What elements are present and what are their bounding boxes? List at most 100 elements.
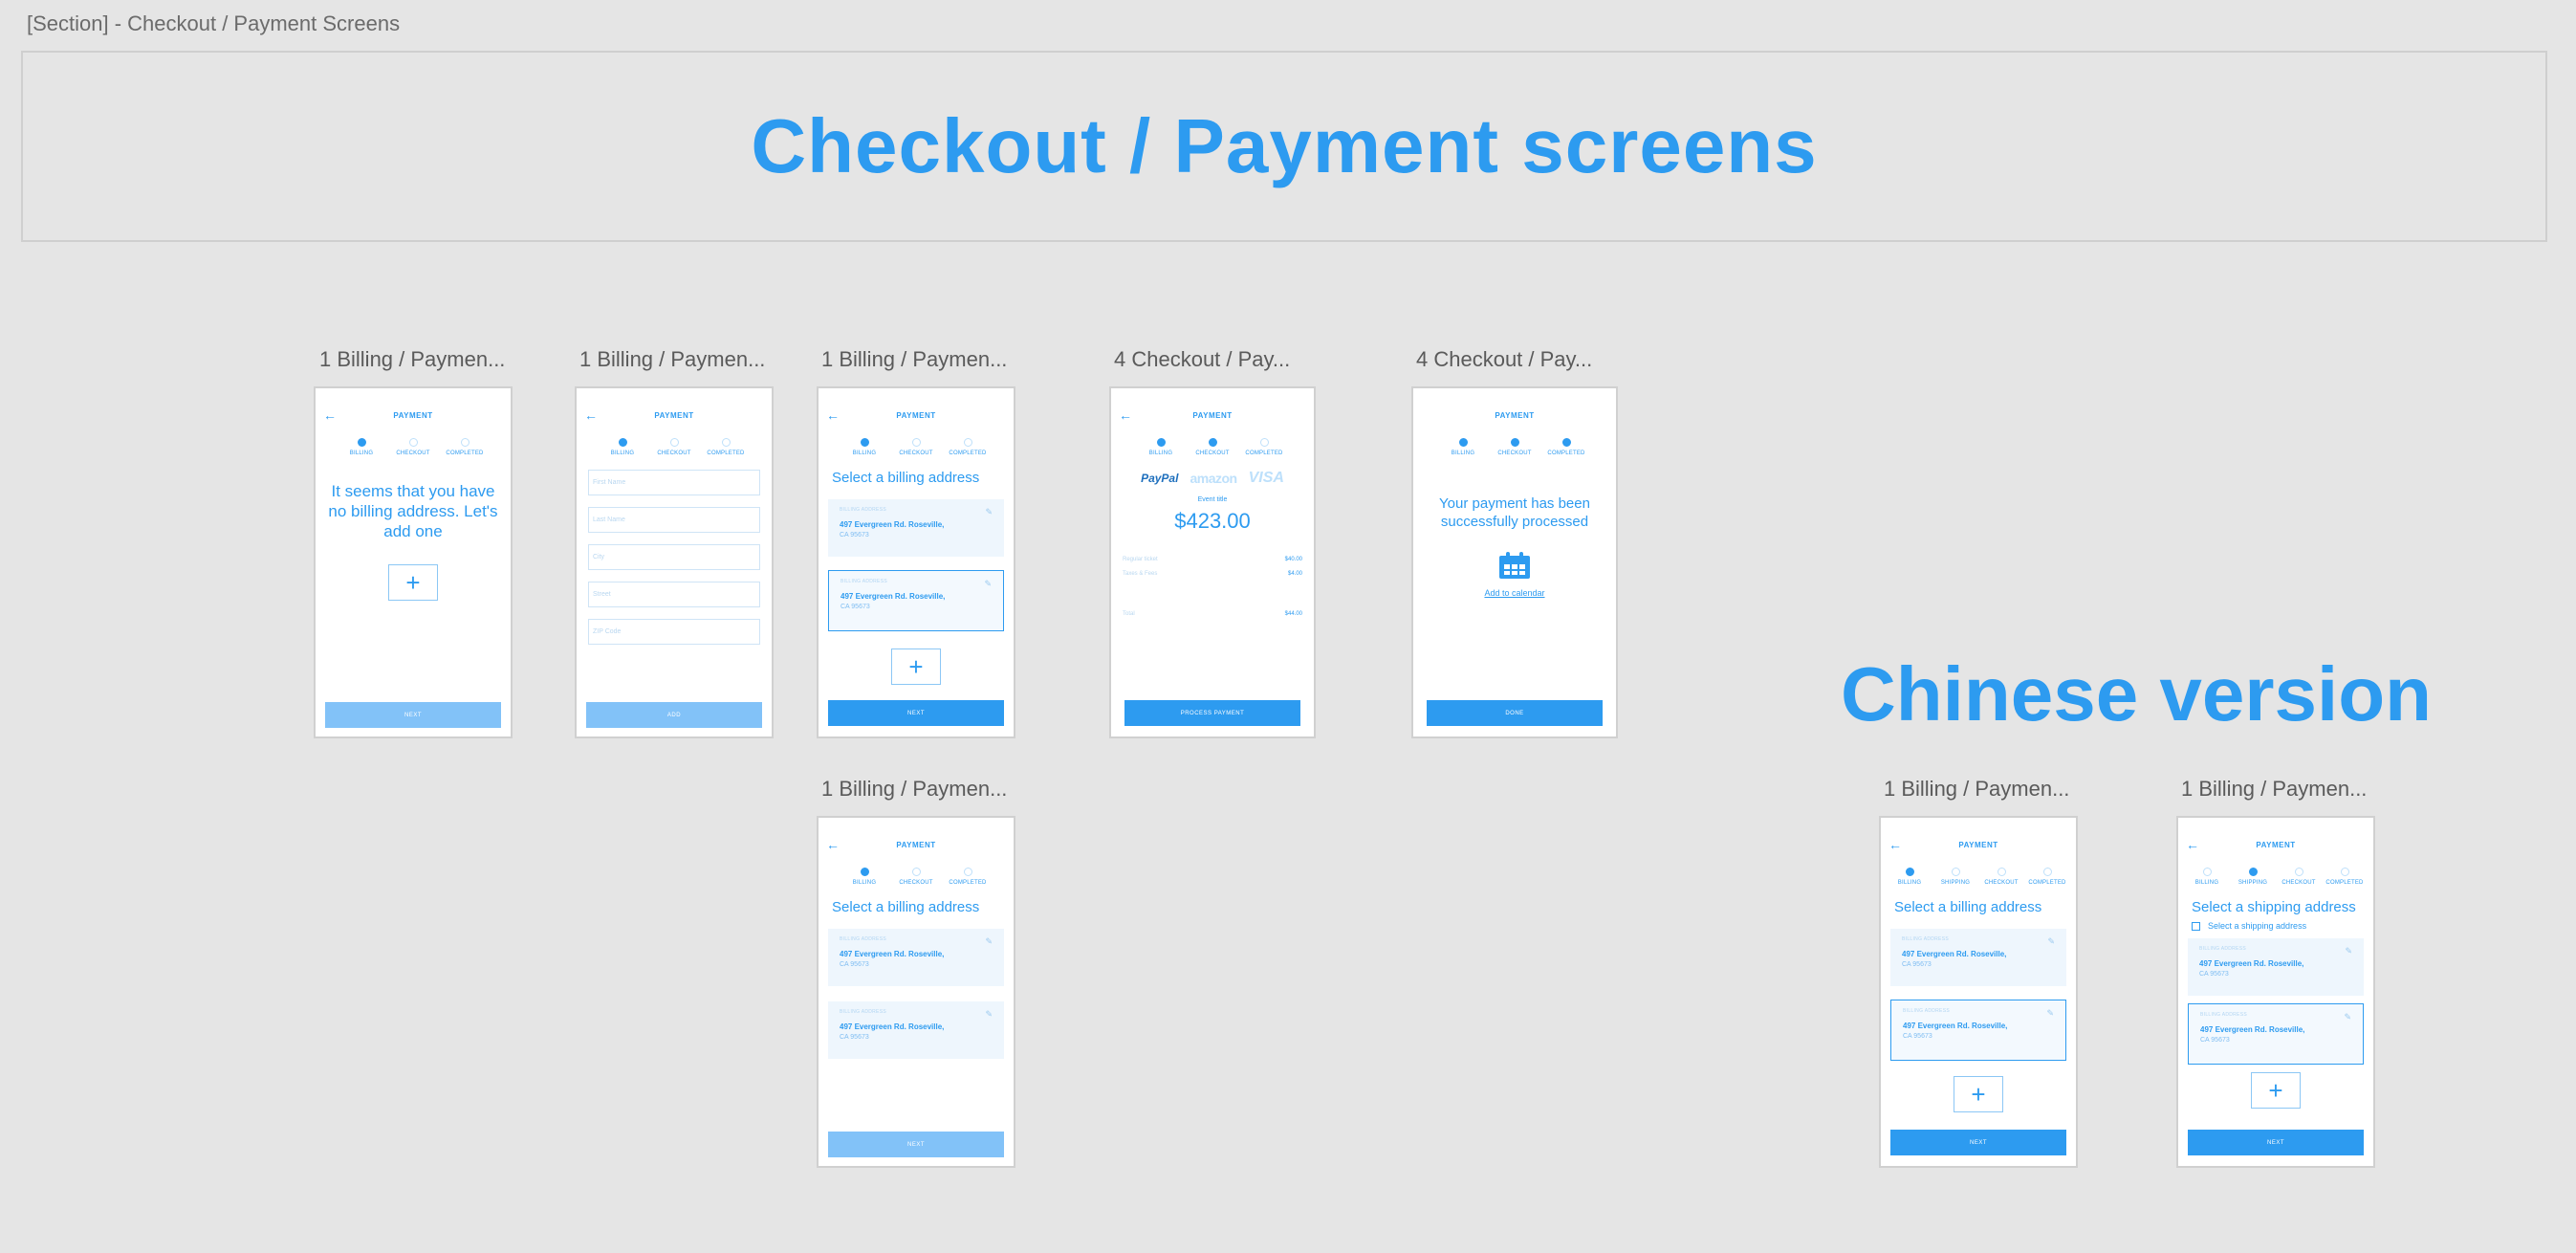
step-label: CHECKOUT	[899, 451, 933, 456]
header-title: PAYMENT	[654, 411, 694, 420]
frame-payment-success[interactable]: PAYMENT BILLING CHECKOUT COMPLETED Your …	[1411, 386, 1618, 738]
arrow-left-icon[interactable]: ←	[826, 837, 840, 852]
step-dot	[2294, 868, 2303, 876]
add-address-button[interactable]: +	[1954, 1076, 2003, 1112]
price-row-value: $40.00	[1284, 557, 1302, 562]
step-label: BILLING	[610, 451, 635, 456]
address-card[interactable]: BILLING ADDRESS 497 Evergreen Rd. Rosevi…	[1890, 929, 2066, 986]
plus-icon: +	[2268, 1075, 2283, 1105]
last-name-field[interactable]: Last Name	[588, 507, 760, 533]
frame-label: 1 Billing / Paymen...	[821, 777, 1008, 801]
address-card[interactable]: BILLING ADDRESS 497 Evergreen Rd. Rosevi…	[2188, 938, 2364, 996]
zip-code-field[interactable]: ZIP Code	[588, 619, 760, 645]
pencil-icon[interactable]: ✎	[2046, 1008, 2054, 1019]
screen-header: ← PAYMENT	[819, 404, 1014, 432]
address-card[interactable]: BILLING ADDRESS 497 Evergreen Rd. Rosevi…	[828, 499, 1004, 557]
section-title: Select a billing address	[832, 470, 980, 486]
address-line1: 497 Evergreen Rd. Roseville,	[1902, 950, 2007, 958]
frame-label: 1 Billing / Paymen...	[821, 347, 1008, 371]
arrow-left-icon[interactable]: ←	[584, 407, 598, 423]
next-button[interactable]: NEXT	[828, 700, 1004, 726]
add-address-button[interactable]: +	[2251, 1072, 2301, 1109]
pencil-icon[interactable]: ✎	[2047, 936, 2055, 947]
frame-select-billing[interactable]: ← PAYMENT BILLING CHECKOUT COMPLETED Sel…	[817, 386, 1015, 738]
step-label: CHECKOUT	[396, 451, 430, 456]
city-field[interactable]: City	[588, 544, 760, 570]
screen-header: ← PAYMENT	[1881, 833, 2076, 862]
frame-empty-billing[interactable]: ← PAYMENT BILLING CHECKOUT COMPLETED It …	[314, 386, 513, 738]
step-label: COMPLETED	[949, 451, 987, 456]
done-button[interactable]: DONE	[1427, 700, 1603, 726]
process-payment-button[interactable]: PROCESS PAYMENT	[1124, 700, 1300, 726]
next-button[interactable]: NEXT	[1890, 1130, 2066, 1155]
next-button[interactable]: NEXT	[325, 702, 501, 728]
paypal-option[interactable]: PayPal	[1141, 472, 1178, 485]
address-card[interactable]: BILLING ADDRESS 497 Evergreen Rd. Rosevi…	[828, 929, 1004, 986]
checkbox[interactable]	[2192, 921, 2200, 931]
address-caption: BILLING ADDRESS	[1903, 1008, 1950, 1014]
first-name-field[interactable]: First Name	[588, 470, 760, 495]
amazon-option[interactable]: amazon	[1190, 471, 1237, 486]
arrow-left-icon[interactable]: ←	[323, 407, 337, 423]
event-title: Event title	[1197, 496, 1228, 503]
step-dot	[911, 868, 921, 876]
step-label: COMPLETED	[2028, 880, 2066, 886]
header-title: PAYMENT	[393, 411, 433, 420]
pencil-icon[interactable]: ✎	[985, 1009, 993, 1020]
pencil-icon[interactable]: ✎	[2344, 1012, 2351, 1022]
pencil-icon[interactable]: ✎	[984, 579, 992, 589]
section-title: Select a billing address	[1894, 899, 2042, 915]
step-dot-active	[357, 438, 366, 447]
address-card-selected[interactable]: BILLING ADDRESS 497 Evergreen Rd. Rosevi…	[828, 570, 1004, 631]
price-row: Taxes & Fees $4.00	[1123, 571, 1302, 577]
address-card[interactable]: BILLING ADDRESS 497 Evergreen Rd. Rosevi…	[828, 1001, 1004, 1059]
frame-cn-select-shipping[interactable]: ← PAYMENT BILLING SHIPPING CHECKOUT COMP…	[2176, 816, 2375, 1168]
calendar-icon	[1499, 552, 1530, 579]
frame-cn-select-billing[interactable]: ← PAYMENT BILLING SHIPPING CHECKOUT COMP…	[1879, 816, 2078, 1168]
address-line2: CA 95673	[1902, 961, 1932, 968]
frame-billing-form[interactable]: ← PAYMENT BILLING CHECKOUT COMPLETED Fir…	[575, 386, 774, 738]
arrow-left-icon[interactable]: ←	[2186, 837, 2199, 852]
frame-select-billing-unselected[interactable]: ← PAYMENT BILLING CHECKOUT COMPLETED Sel…	[817, 816, 1015, 1168]
step-dot-active	[618, 438, 627, 447]
screen-header: PAYMENT	[1413, 404, 1616, 432]
step-dot	[911, 438, 921, 447]
visa-option[interactable]: VISA	[1249, 470, 1284, 487]
add-address-button[interactable]: +	[388, 564, 438, 601]
arrow-left-icon[interactable]: ←	[826, 407, 840, 423]
success-message: Your payment has been successfully proce…	[1439, 495, 1590, 530]
title-banner: Checkout / Payment screens	[21, 51, 2547, 242]
address-caption: BILLING ADDRESS	[840, 1009, 886, 1015]
add-to-calendar-link[interactable]: Add to calendar	[1413, 588, 1616, 598]
screen-header: ← PAYMENT	[1111, 404, 1314, 432]
frame-checkout-payment[interactable]: ← PAYMENT BILLING CHECKOUT COMPLETED Pay…	[1109, 386, 1316, 738]
step-label: CHECKOUT	[2281, 880, 2316, 886]
step-label: COMPLETED	[2325, 880, 2364, 886]
arrow-left-icon[interactable]: ←	[1119, 407, 1132, 423]
header-title: PAYMENT	[1192, 411, 1233, 420]
price-row-value: $4.00	[1287, 571, 1302, 577]
address-caption: BILLING ADDRESS	[840, 507, 886, 513]
arrow-left-icon[interactable]: ←	[1888, 837, 1902, 852]
billing-form: First Name Last Name City Street ZIP Cod…	[577, 470, 772, 645]
next-button[interactable]: NEXT	[828, 1132, 1004, 1157]
address-line1: 497 Evergreen Rd. Roseville,	[840, 950, 945, 958]
same-as-billing-option[interactable]: Select a shipping address	[2192, 921, 2373, 931]
pencil-icon[interactable]: ✎	[2345, 946, 2352, 956]
payment-amount: $423.00	[1174, 509, 1251, 533]
plus-icon: +	[908, 651, 924, 681]
address-card-selected[interactable]: BILLING ADDRESS 497 Evergreen Rd. Rosevi…	[2188, 1003, 2364, 1065]
step-label: BILLING	[1451, 451, 1475, 456]
add-address-button[interactable]: +	[891, 648, 941, 685]
pencil-icon[interactable]: ✎	[985, 507, 993, 517]
step-label: CHECKOUT	[657, 451, 691, 456]
next-button[interactable]: NEXT	[2188, 1130, 2364, 1155]
add-button[interactable]: ADD	[586, 702, 762, 728]
address-card-selected[interactable]: BILLING ADDRESS 497 Evergreen Rd. Rosevi…	[1890, 1000, 2066, 1061]
progress-steps: BILLING SHIPPING CHECKOUT COMPLETED	[1881, 868, 2076, 886]
frame-label: 1 Billing / Paymen...	[1884, 777, 2070, 801]
pencil-icon[interactable]: ✎	[985, 936, 993, 947]
step-dot	[1259, 438, 1269, 447]
step-label: BILLING	[852, 451, 877, 456]
street-field[interactable]: Street	[588, 582, 760, 607]
